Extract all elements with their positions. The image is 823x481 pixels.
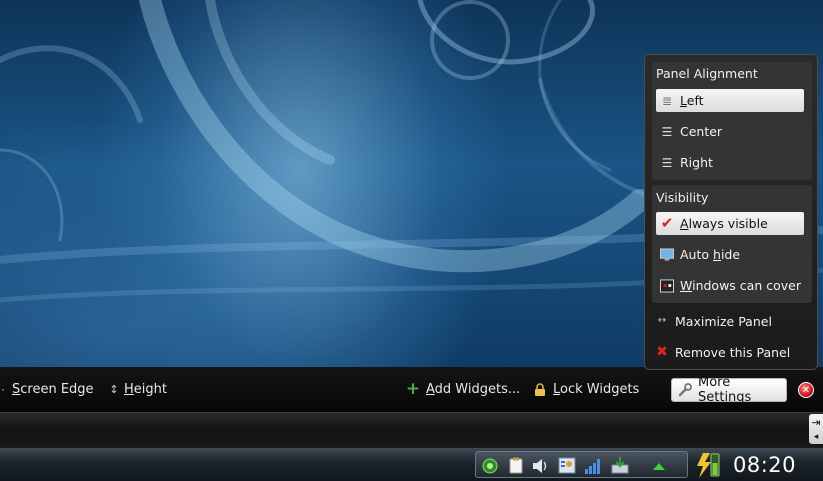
auto-hide-rest: ide — [720, 247, 741, 262]
always-visible-mnemonic: A — [680, 216, 689, 231]
align-center-option[interactable]: ☰ Center — [656, 120, 804, 143]
system-tray — [475, 451, 688, 478]
align-right-icon: ☰ — [661, 155, 673, 170]
align-right-label: Right — [680, 155, 713, 170]
windows-can-cover-rest: indows can cover — [692, 278, 801, 293]
windows-can-cover-label: Windows can cover — [680, 278, 801, 293]
add-widgets-rest: dd Widgets... — [434, 382, 521, 397]
network-icon[interactable] — [481, 457, 499, 474]
auto-hide-mnemonic: h — [713, 247, 721, 262]
arrow-right-icon: ⇥ — [811, 415, 821, 429]
maximize-panel-button[interactable]: ↔ Maximize Panel — [655, 310, 772, 332]
update-icon[interactable] — [611, 457, 629, 474]
panel-size-ruler — [0, 412, 823, 449]
windows-cover-icon — [660, 278, 674, 293]
screen-edge-rest: creen Edge — [20, 382, 94, 397]
lock-widgets-label: Lock Widgets — [553, 382, 639, 397]
screen-edge-label: Screen Edge — [12, 382, 94, 397]
monitor-icon — [660, 247, 674, 262]
battery-icon[interactable] — [693, 451, 723, 479]
plus-icon: + — [405, 379, 421, 399]
maximize-rest: aximize Panel — [685, 313, 772, 329]
height-label: Height — [124, 382, 167, 397]
visibility-group: Visibility ✔ Always visible Auto hide Wi… — [652, 185, 812, 303]
vertical-resize-icon: ↕ — [109, 383, 119, 396]
lock-icon — [533, 382, 547, 397]
always-visible-option[interactable]: ✔ Always visible — [656, 212, 804, 235]
lock-widgets-rest: ock Widgets — [560, 382, 640, 397]
align-center-icon: ☰ — [661, 124, 673, 139]
align-left-option[interactable]: ≣ Left — [656, 89, 804, 112]
remove-panel-label: Remove this Panel — [675, 345, 790, 360]
height-rest: eight — [133, 382, 167, 397]
add-widgets-button[interactable]: + Add Widgets... — [406, 367, 520, 412]
clipboard-icon[interactable] — [507, 457, 525, 474]
always-visible-label: Always visible — [680, 216, 768, 231]
user-switch-icon[interactable] — [558, 457, 576, 474]
height-mnemonic: H — [124, 382, 134, 397]
signal-bars-icon[interactable] — [584, 457, 602, 474]
remove-panel-button[interactable]: ✖ Remove this Panel — [655, 341, 790, 363]
windows-can-cover-mnemonic: W — [680, 278, 693, 293]
maximize-mnemonic: M — [675, 313, 686, 329]
panel-settings-popup: Panel Alignment ≣ Left ☰ Center ☰ Right … — [644, 54, 818, 370]
move-arrows-icon: ⋅ — [1, 382, 5, 397]
alignment-title: Panel Alignment — [656, 66, 758, 81]
remove-mnemonic: R — [675, 344, 684, 360]
auto-hide-option[interactable]: Auto hide — [656, 243, 804, 266]
remove-rest: emove this Panel — [683, 344, 791, 360]
close-icon: ✕ — [801, 384, 811, 396]
auto-hide-prefix: Auto — [680, 247, 713, 262]
expand-tray-icon[interactable] — [650, 457, 668, 474]
lock-widgets-button[interactable]: Lock Widgets — [533, 367, 639, 412]
align-left-label: Left — [680, 93, 704, 108]
windows-can-cover-option[interactable]: Windows can cover — [656, 274, 804, 297]
ruler-handle[interactable]: ⇥ ◂ — [809, 414, 823, 444]
align-center-label: Center — [680, 124, 723, 139]
always-visible-rest: lways visible — [688, 216, 768, 231]
visibility-title: Visibility — [656, 190, 709, 205]
screen-edge-button[interactable]: ⋅ Screen Edge — [0, 367, 94, 412]
close-config-button[interactable]: ✕ — [798, 382, 814, 398]
wrench-icon — [678, 383, 692, 397]
arrow-left-icon: ◂ — [813, 432, 819, 443]
lock-widgets-mnemonic: L — [553, 382, 561, 397]
volume-icon[interactable] — [532, 457, 550, 474]
alignment-group: Panel Alignment ≣ Left ☰ Center ☰ Right — [652, 62, 812, 180]
maximize-panel-label: Maximize Panel — [675, 314, 772, 329]
align-left-mnemonic: L — [680, 93, 687, 108]
moon-icon — [804, 454, 823, 476]
more-settings-label: More Settings — [698, 375, 786, 405]
more-settings-mnemonic: M — [698, 375, 710, 390]
align-left-rest: eft — [686, 93, 704, 108]
expand-arrows-icon: ↔ — [657, 315, 667, 326]
clock[interactable]: 08:20 — [733, 448, 796, 481]
remove-icon: ✖ — [656, 344, 668, 360]
more-settings-button[interactable]: More Settings — [671, 375, 787, 405]
height-button[interactable]: ↕ Height — [109, 367, 167, 412]
align-right-option[interactable]: ☰ Right — [656, 151, 804, 174]
auto-hide-label: Auto hide — [680, 247, 740, 262]
add-widgets-label: Add Widgets... — [426, 382, 520, 397]
add-widgets-mnemonic: A — [426, 382, 435, 397]
align-left-icon: ≣ — [661, 93, 673, 108]
checkmark-icon: ✔ — [660, 214, 674, 232]
